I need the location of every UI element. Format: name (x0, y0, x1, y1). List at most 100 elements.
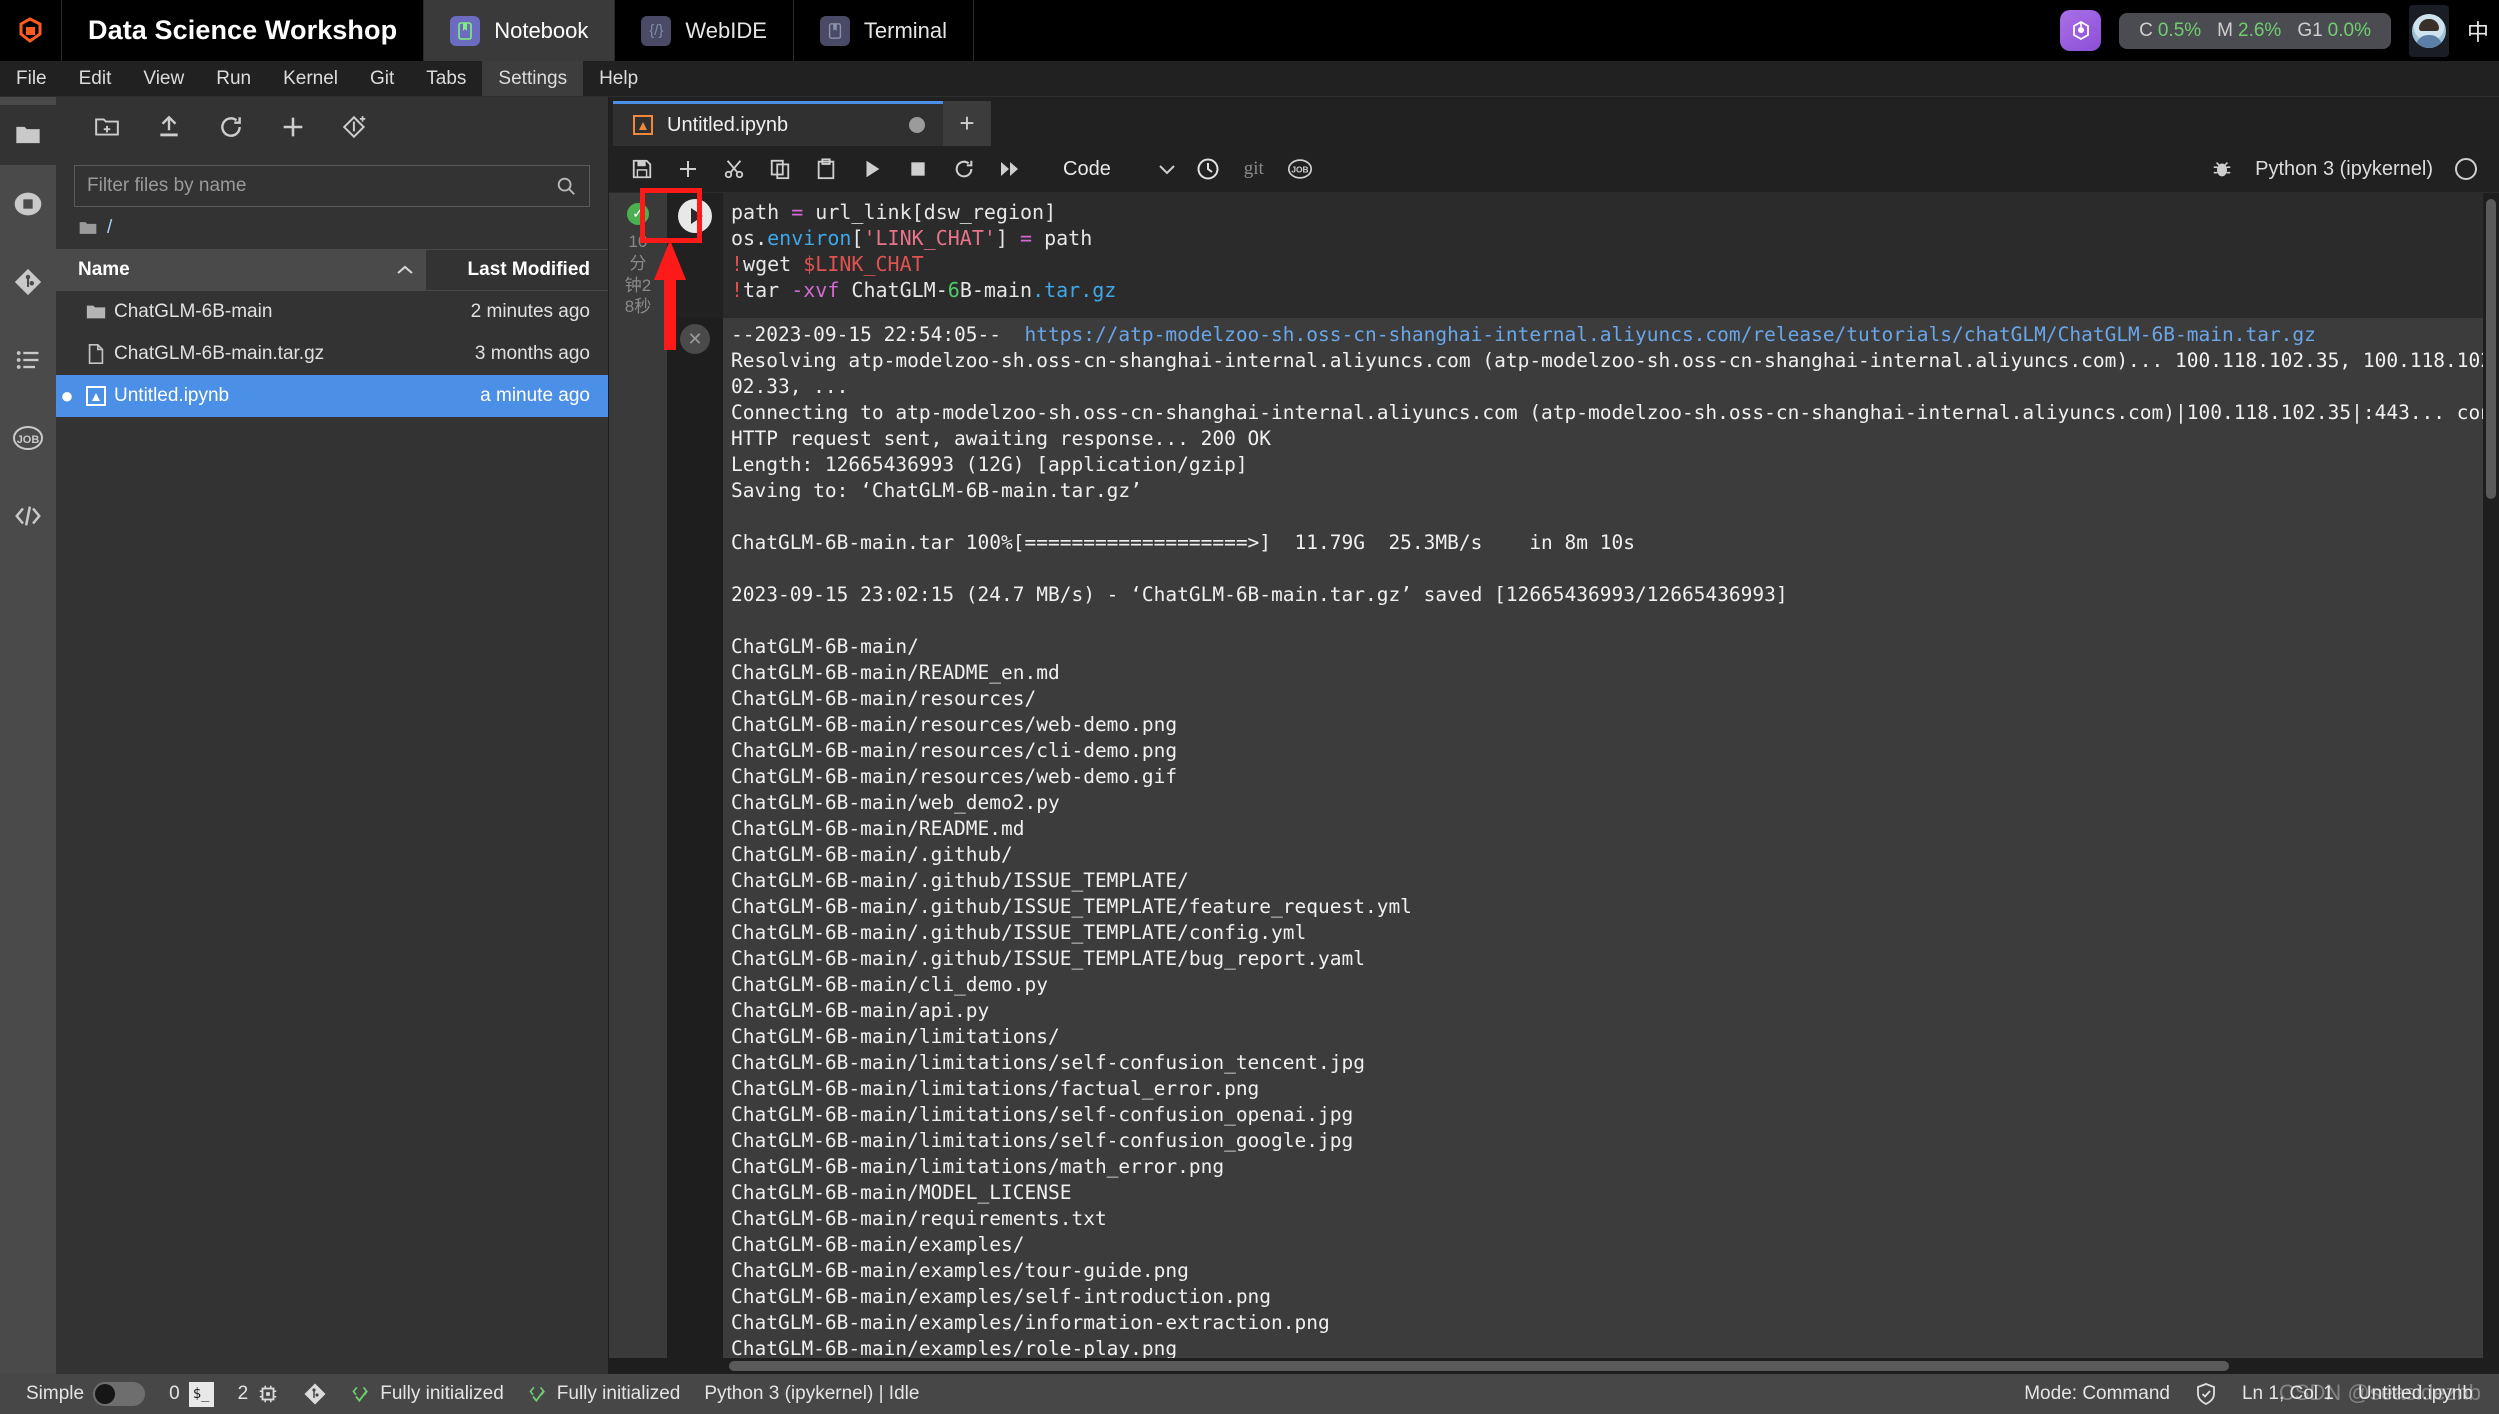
notebook-horizontal-scrollbar[interactable] (609, 1358, 2499, 1374)
kernel-count[interactable]: 2 (226, 1383, 292, 1405)
history-button[interactable] (1185, 146, 1231, 193)
webide-icon: {/} (641, 15, 672, 46)
interrupt-kernel-button[interactable] (895, 146, 941, 193)
new-launcher-button[interactable] (262, 97, 324, 157)
app-tab-webide[interactable]: {/} WebIDE (615, 0, 794, 61)
file-browser-panel: / Name Last Modified ChatGLM-6B-main 2 m… (56, 97, 609, 1374)
refresh-icon (221, 117, 241, 137)
simple-mode-toggle[interactable]: Simple (14, 1382, 157, 1406)
refresh-button[interactable] (200, 97, 262, 157)
pai-logo-icon[interactable] (0, 0, 62, 61)
table-row[interactable]: ChatGLM-6B-main.tar.gz 3 months ago (56, 333, 608, 375)
terminal-count[interactable]: 0 $_ (157, 1381, 226, 1407)
menu-settings[interactable]: Settings (482, 61, 584, 96)
column-header-modified[interactable]: Last Modified (426, 259, 608, 281)
git-status[interactable] (291, 1382, 339, 1406)
sidebar-item-jobs[interactable]: JOB (0, 399, 56, 477)
new-folder-button[interactable] (76, 97, 138, 157)
cpu-icon (259, 1385, 277, 1403)
output-line: ChatGLM-6B-main/.github/ISSUE_TEMPLATE/f… (731, 895, 1412, 918)
toggle-switch[interactable] (93, 1382, 146, 1406)
app-tab-notebook[interactable]: Notebook (424, 0, 616, 61)
restart-icon (955, 160, 973, 178)
output-url[interactable]: https://atp-modelzoo-sh.oss-cn-shanghai-… (1025, 323, 2316, 346)
git-icon (14, 268, 42, 296)
menu-file[interactable]: File (0, 61, 63, 96)
restart-kernel-button[interactable] (941, 146, 987, 193)
search-input[interactable] (87, 175, 555, 197)
check-code-icon (352, 1386, 369, 1403)
kernel-state[interactable]: Python 3 (ipykernel) | Idle (692, 1383, 931, 1405)
breadcrumb-path: / (107, 217, 113, 238)
sidebar-item-file-browser[interactable] (0, 105, 56, 165)
column-header-name[interactable]: Name (56, 249, 426, 291)
run-cell-play-icon[interactable] (678, 199, 712, 233)
cell-type-select[interactable]: Code (1063, 158, 1185, 181)
ai-assistant-icon[interactable] (2060, 10, 2102, 51)
breadcrumb[interactable]: / (56, 207, 608, 249)
sidebar-item-toc[interactable] (0, 321, 56, 399)
save-button[interactable] (619, 146, 665, 193)
stop-icon (911, 162, 925, 176)
copy-cell-button[interactable] (757, 146, 803, 193)
brand-bar: Data Science Workshop Notebook {/} WebID… (0, 0, 2499, 61)
plus-icon (680, 161, 696, 177)
resource-monitor[interactable]: C 0.5% M 2.6% G1 0.0% (2119, 12, 2391, 49)
app-tab-terminal[interactable]: Terminal (794, 0, 975, 61)
cell-editor[interactable]: path = url_link[dsw_region] os.environ['… (723, 193, 2483, 318)
sidebar-item-git[interactable] (0, 243, 56, 321)
menu-view[interactable]: View (127, 61, 200, 96)
clear-output-icon[interactable]: ✕ (680, 324, 710, 354)
tab-untitled-ipynb[interactable]: Untitled.ipynb (613, 101, 943, 146)
output-line: ChatGLM-6B-main/MODEL_LICENSE (731, 1181, 1072, 1204)
menu-tabs[interactable]: Tabs (410, 61, 482, 96)
output-line: ChatGLM-6B-main/ (731, 635, 919, 658)
sidebar-item-running[interactable] (0, 165, 56, 243)
output-line: HTTP request sent, awaiting response... … (731, 427, 1272, 450)
ime-indicator[interactable]: 中 (2467, 15, 2489, 47)
chevron-down-icon (1159, 165, 1175, 175)
code-line: os.environ['LINK_CHAT'] = path (731, 226, 1093, 250)
menu-kernel[interactable]: Kernel (267, 61, 354, 96)
cut-cell-button[interactable] (711, 146, 757, 193)
trusted-shield-icon[interactable] (2182, 1382, 2230, 1406)
scissors-icon (724, 160, 744, 179)
menu-git[interactable]: Git (354, 61, 410, 96)
terminal-icon (819, 15, 850, 46)
notebook-scroll-region: ✓ 10 分 钟2 8秒 path = url_link[dsw_region]… (609, 193, 2499, 1358)
play-icon (866, 160, 880, 178)
terminal-icon: $_ (188, 1381, 214, 1407)
output-line: 02.33, ... (731, 375, 849, 398)
notebook-file-icon (633, 115, 653, 135)
avatar[interactable] (2408, 4, 2449, 57)
restart-run-all-button[interactable] (987, 146, 1033, 193)
menu-help[interactable]: Help (583, 61, 654, 96)
upload-button[interactable] (138, 97, 200, 157)
bug-icon[interactable] (2211, 158, 2233, 180)
git-button[interactable]: git (1231, 146, 1277, 193)
notebook-vertical-scrollbar[interactable] (2483, 193, 2499, 1358)
code-line: !wget $LINK_CHAT (731, 252, 924, 276)
tab-dirty-indicator[interactable] (909, 117, 925, 133)
menu-edit[interactable]: Edit (63, 61, 128, 96)
new-dsw-button[interactable] (324, 97, 386, 157)
sidebar-item-extensions[interactable] (0, 477, 56, 555)
paste-cell-button[interactable] (803, 146, 849, 193)
new-tab-button[interactable]: + (943, 101, 991, 146)
app-tab-label: Notebook (494, 17, 589, 43)
tab-label: Untitled.ipynb (667, 113, 789, 136)
kernel-idle-circle[interactable] (2455, 158, 2477, 180)
table-row[interactable]: ChatGLM-6B-main 2 minutes ago (56, 291, 608, 333)
cursor-position[interactable]: Ln 1, Col 1 (2230, 1383, 2346, 1405)
run-cell-button[interactable] (849, 146, 895, 193)
menu-run[interactable]: Run (200, 61, 267, 96)
job-button[interactable]: JOB (1277, 146, 1323, 193)
table-row[interactable]: ● Untitled.ipynb a minute ago (56, 375, 608, 417)
insert-cell-button[interactable] (665, 146, 711, 193)
output-line: ChatGLM-6B-main/.github/ISSUE_TEMPLATE/c… (731, 921, 1307, 944)
file-filter[interactable] (74, 165, 590, 207)
cell-run-bar (667, 193, 723, 318)
kernel-name[interactable]: Python 3 (ipykernel) (2255, 158, 2433, 181)
